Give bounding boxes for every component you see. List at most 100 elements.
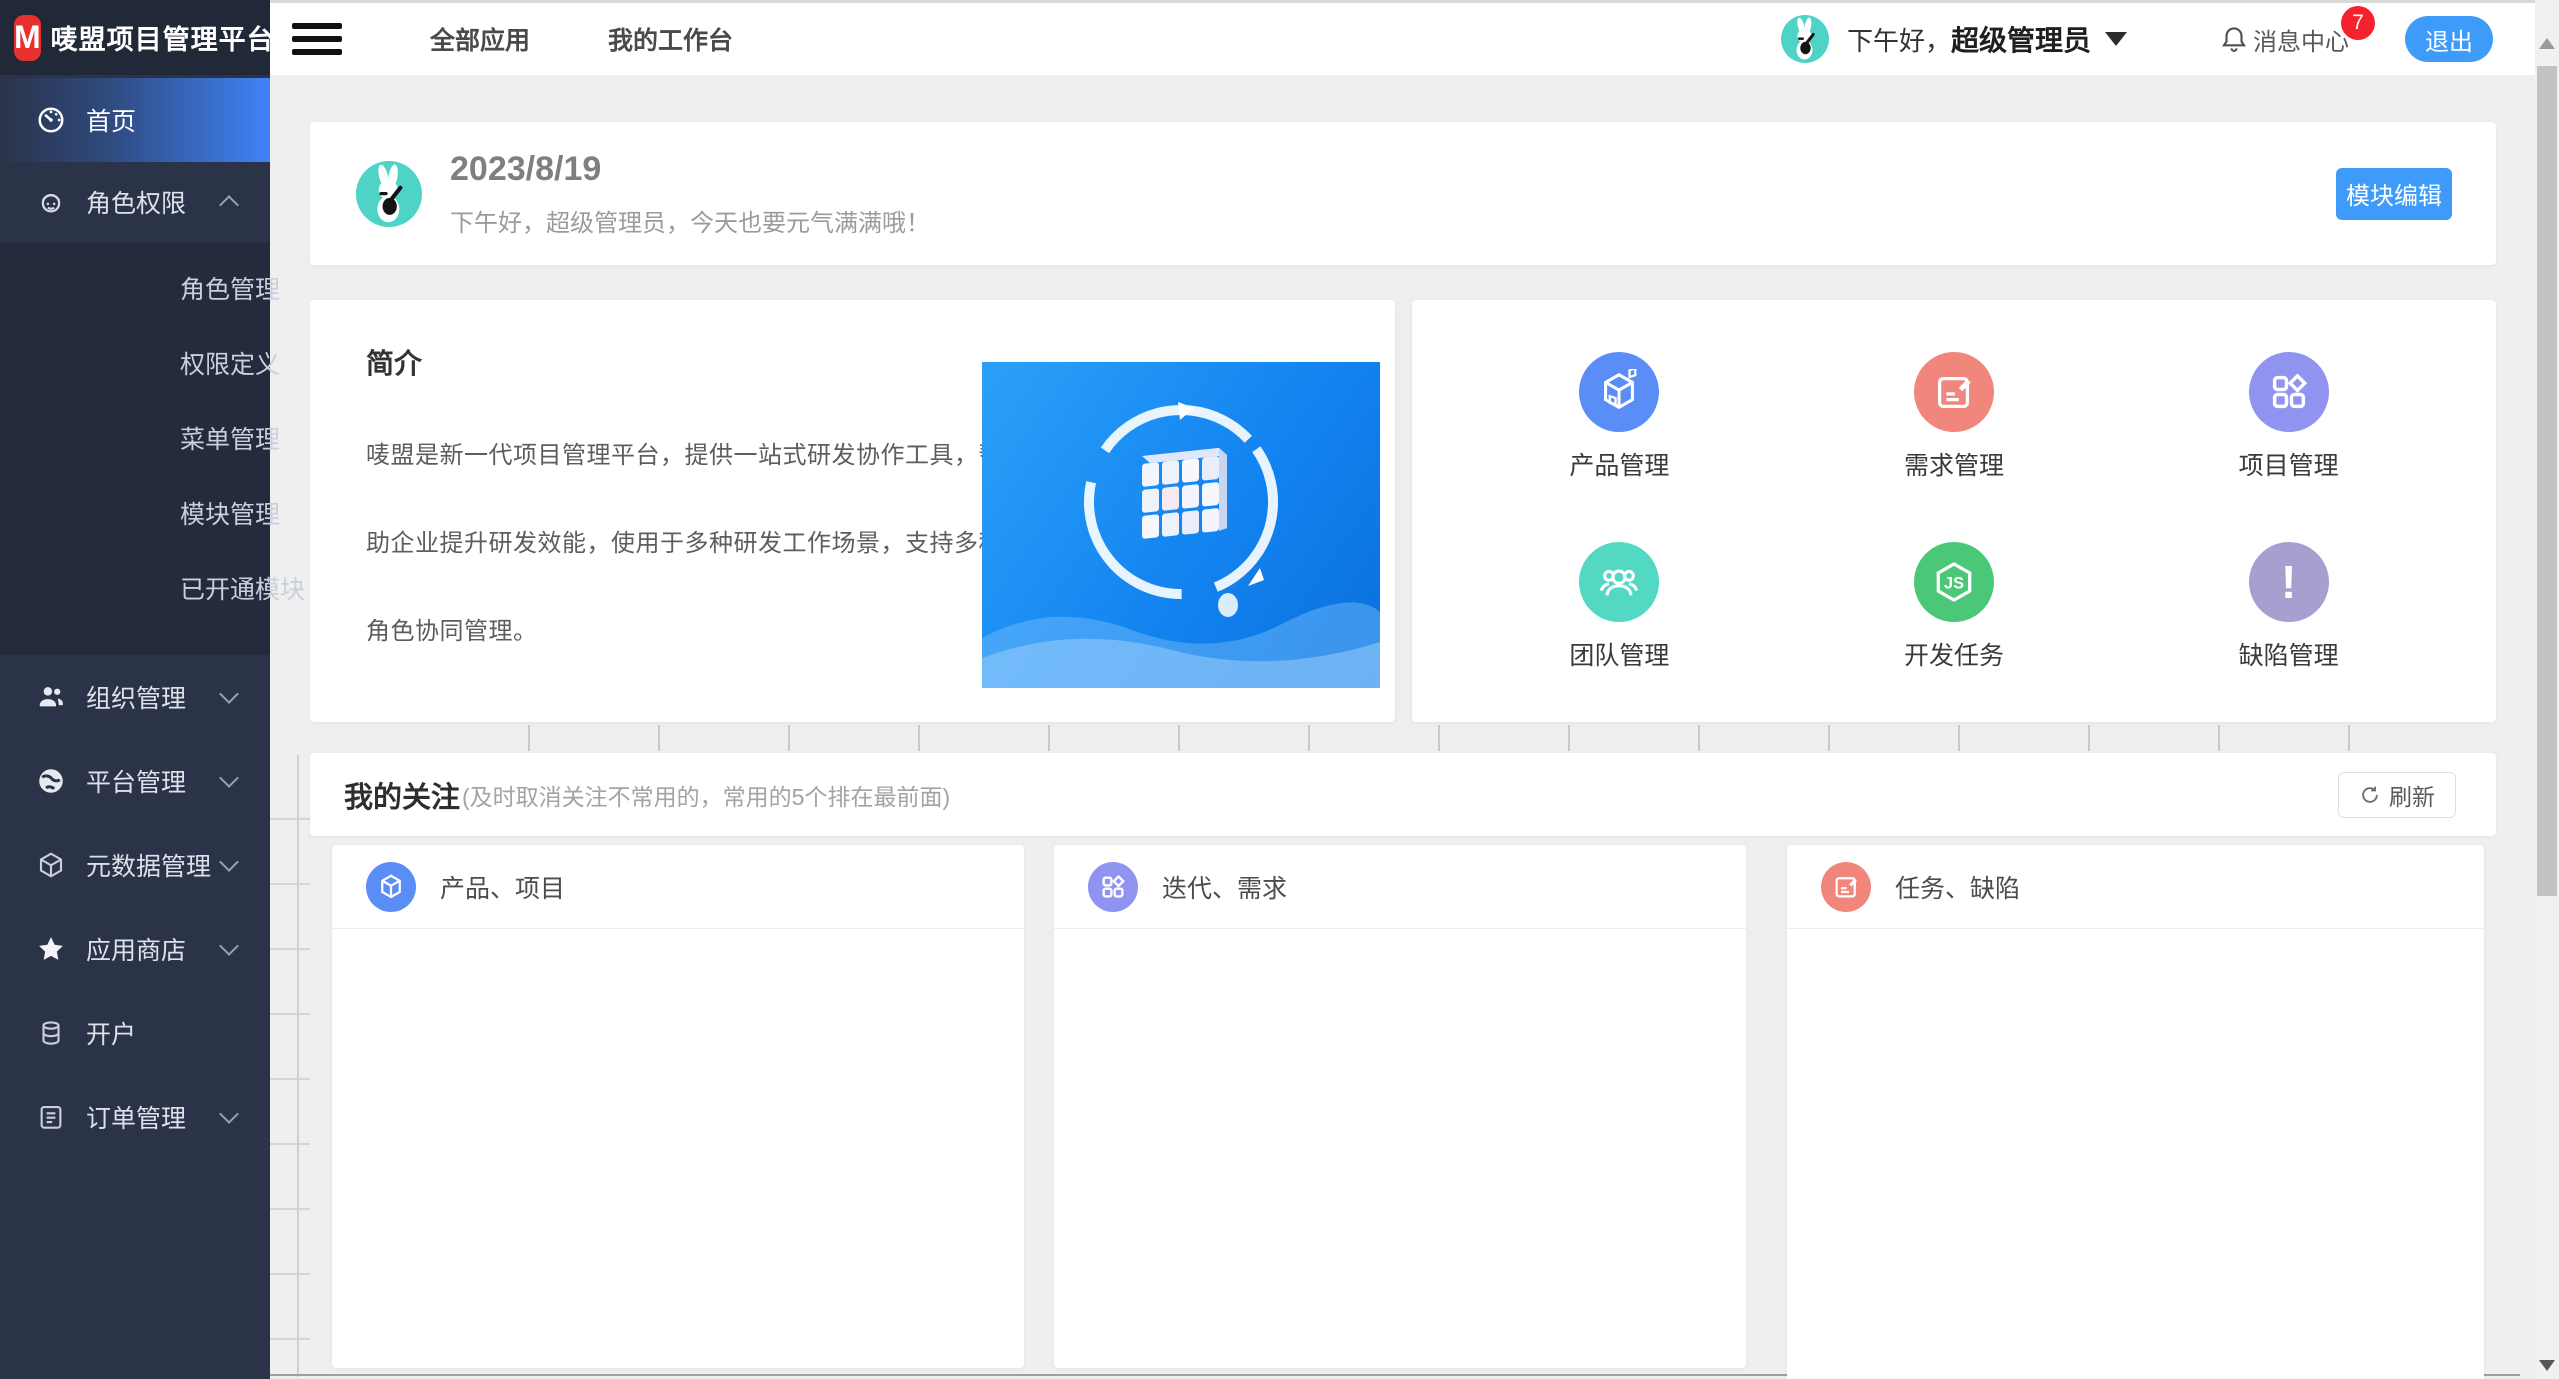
module-label: 项目管理 [2239,446,2339,482]
sidebar-item-role-permission[interactable]: 角色权限 [0,162,270,242]
metadata-icon [36,850,66,880]
welcome-greeting: 下午好，超级管理员，今天也要元气满满哦！ [450,203,930,238]
module-requirement-management[interactable]: 需求管理 [1787,352,2122,502]
logout-button[interactable]: 退出 [2405,16,2493,62]
greeting-prefix: 下午好， [1847,26,1951,56]
nav-my-workbench[interactable]: 我的工作台 [608,21,733,57]
sidebar-item-organization[interactable]: 组织管理 [0,655,270,739]
topbar: 全部应用 我的工作台 下午好，超级管理员 [270,0,2535,75]
chevron-down-icon [219,1104,239,1124]
main-content: 2023/8/19 下午好，超级管理员，今天也要元气满满哦！ 模块编辑 简介 唛… [270,75,2535,1379]
chevron-up-icon [219,195,239,215]
module-defect-management[interactable]: ! 缺陷管理 [2121,542,2456,692]
app-root: M 唛盟项目管理平台 全部应用 我的工作台 下午好，超级管理员 [0,0,2559,1379]
message-center[interactable]: 消息中心 7 [2219,22,2349,57]
grid-icon [1098,872,1128,902]
sidebar-item-label: 平台管理 [86,763,186,799]
focus-card-iteration-requirement: 迭代、需求 [1054,845,1746,1368]
sidebar-submenu-role: 角色管理 权限定义 菜单管理 模块管理 已开通模块 [0,242,270,655]
welcome-date: 2023/8/19 [450,150,930,189]
submenu-item-permission-definition[interactable]: 权限定义 [0,325,270,400]
chevron-down-icon [219,684,239,704]
scrollbar-up-arrow-icon[interactable] [2539,38,2555,49]
module-label: 开发任务 [1904,636,2004,672]
scrollbar-thumb[interactable] [2537,66,2557,896]
sidebar: 首页 角色权限 角色管理 权限定义 菜单管理 模块管理 已开通模块 [0,75,270,1379]
chevron-down-icon [219,936,239,956]
topbar-right: 下午好，超级管理员 消息中心 7 退出 [1781,15,2493,63]
focus-card-title: 迭代、需求 [1162,869,1287,905]
nav-all-apps[interactable]: 全部应用 [430,21,530,57]
scrollbar-down-arrow-icon[interactable] [2539,1360,2555,1371]
sidebar-item-app-store[interactable]: 应用商店 [0,907,270,991]
submenu-item-menu-management[interactable]: 菜单管理 [0,400,270,475]
submenu-item-opened-modules[interactable]: 已开通模块 [0,550,270,625]
platform-icon [36,766,66,796]
sidebar-item-label: 元数据管理 [86,847,211,883]
exclamation-icon: ! [2281,559,2296,605]
cube-cycle-illustration-icon [982,362,1380,688]
module-label: 需求管理 [1904,446,2004,482]
sidebar-item-open-account[interactable]: 开户 [0,991,270,1075]
avatar[interactable] [1781,15,1829,63]
focus-card-header[interactable]: 迭代、需求 [1054,845,1746,929]
welcome-texts: 2023/8/19 下午好，超级管理员，今天也要元气满满哦！ [450,150,930,238]
greeting-username: 超级管理员 [1951,25,2091,56]
intro-text: 唛盟是新一代项目管理平台，提供一站式研发协作工具，帮助企业提升研发效能，使用于多… [366,412,1006,676]
edit-doc-icon [1931,369,1977,415]
js-icon: JS [1931,559,1977,605]
focus-header-card: 我的关注 (及时取消关注不常用的，常用的5个排在最前面) 刷新 [310,753,2496,836]
role-icon [36,187,66,217]
focus-card-title: 产品、项目 [440,869,565,905]
modules-card: 产品管理 需求管理 [1412,300,2496,722]
edit-doc-icon [1831,872,1861,902]
module-edit-button[interactable]: 模块编辑 [2336,168,2452,220]
focus-card-header[interactable]: 产品、项目 [332,845,1024,929]
focus-subtitle: (及时取消关注不常用的，常用的5个排在最前面) [462,778,950,812]
focus-card-header[interactable]: 任务、缺陷 [1787,845,2484,929]
refresh-icon [2359,784,2381,806]
hamburger-menu-icon[interactable] [292,19,342,59]
sidebar-item-platform[interactable]: 平台管理 [0,739,270,823]
background-grid-ticks [400,725,2410,751]
vertical-scrollbar[interactable] [2535,0,2559,1379]
submenu-item-role-management[interactable]: 角色管理 [0,250,270,325]
order-icon [36,1102,66,1132]
sidebar-item-order-management[interactable]: 订单管理 [0,1075,270,1159]
module-team-management[interactable]: 团队管理 [1452,542,1787,692]
module-label: 缺陷管理 [2239,636,2339,672]
intro-title: 简介 [366,342,422,382]
account-icon [36,1018,66,1048]
module-product-management[interactable]: 产品管理 [1452,352,1787,502]
module-label: 团队管理 [1569,636,1669,672]
refresh-button[interactable]: 刷新 [2338,772,2456,818]
logo-icon: M [14,15,41,61]
message-center-label: 消息中心 [2253,22,2349,57]
bell-icon [2219,24,2249,54]
background-grid-line [297,755,299,1377]
focus-card-task-defect: 任务、缺陷 [1787,845,2484,1379]
appstore-icon [36,934,66,964]
sidebar-item-metadata[interactable]: 元数据管理 [0,823,270,907]
sidebar-item-label: 角色权限 [86,184,186,220]
focus-card-title: 任务、缺陷 [1895,869,2020,905]
cube-icon [1596,369,1642,415]
intro-banner-illustration [982,362,1380,688]
grid-icon [2266,369,2312,415]
top-nav: 全部应用 我的工作台 [430,21,733,57]
app-title: 唛盟项目管理平台 [51,18,275,57]
user-menu-caret-icon[interactable] [2105,32,2127,46]
focus-title: 我的关注 [344,774,460,816]
refresh-label: 刷新 [2389,778,2435,812]
sidebar-item-home[interactable]: 首页 [0,78,270,162]
message-badge: 7 [2341,6,2375,40]
sidebar-item-label: 组织管理 [86,679,186,715]
submenu-item-module-management[interactable]: 模块管理 [0,475,270,550]
chevron-down-icon [219,852,239,872]
module-dev-task[interactable]: JS 开发任务 [1787,542,2122,692]
module-label: 产品管理 [1569,446,1669,482]
welcome-card: 2023/8/19 下午好，超级管理员，今天也要元气满满哦！ 模块编辑 [310,122,2496,265]
sidebar-item-label: 订单管理 [86,1099,186,1135]
user-greeting[interactable]: 下午好，超级管理员 [1847,19,2091,59]
module-project-management[interactable]: 项目管理 [2121,352,2456,502]
